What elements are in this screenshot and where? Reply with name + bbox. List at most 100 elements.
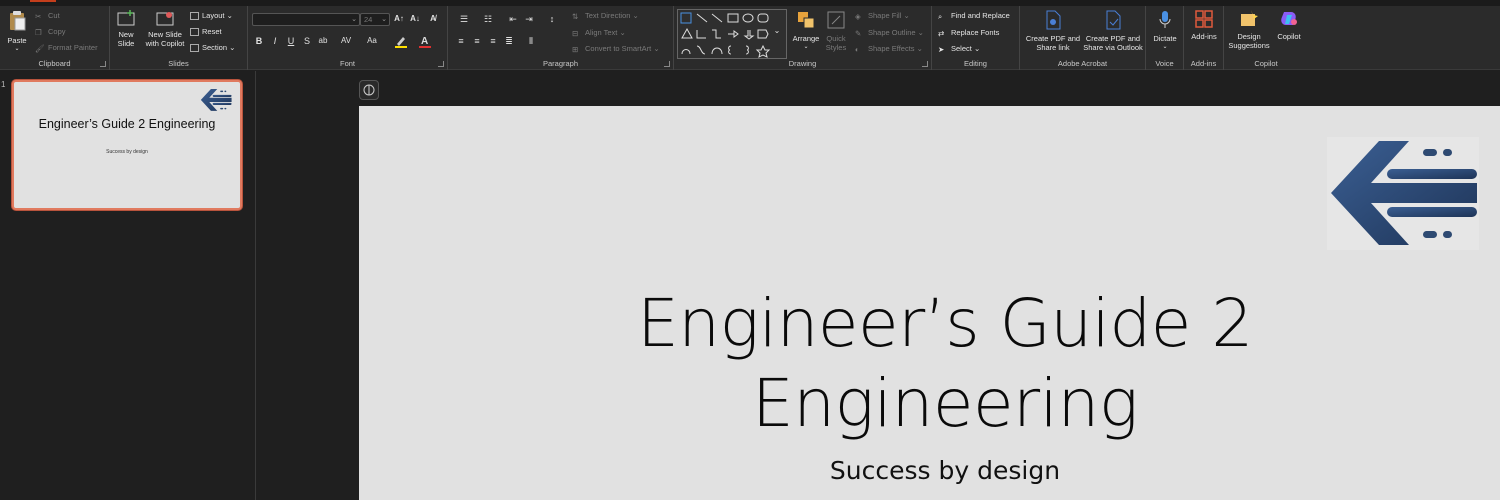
align-right-icon[interactable]: ≡ bbox=[486, 34, 500, 48]
font-color-icon[interactable]: A bbox=[416, 34, 434, 48]
brush-icon: 🖌 bbox=[35, 44, 45, 54]
text-direction-button[interactable]: ⇅ Text Direction ⌄ bbox=[572, 10, 639, 22]
find-replace-button[interactable]: ⌕ Find and Replace bbox=[938, 10, 1010, 22]
quick-styles-icon bbox=[827, 11, 845, 29]
clipboard-launcher[interactable] bbox=[100, 61, 106, 67]
create-pdf-share-button[interactable]: Create PDF and Share link bbox=[1024, 10, 1082, 52]
layout-button[interactable]: Layout ⌄ bbox=[190, 10, 233, 22]
copilot-group-label: Copilot bbox=[1254, 59, 1278, 68]
align-text-button[interactable]: ⊟ Align Text ⌄ bbox=[572, 27, 626, 39]
shapes-more-icon[interactable]: ⌄ bbox=[771, 24, 783, 38]
font-launcher[interactable] bbox=[438, 61, 444, 67]
drawing-launcher[interactable] bbox=[922, 61, 928, 67]
increase-font-icon[interactable]: A↑ bbox=[392, 12, 406, 26]
italic-button[interactable]: I bbox=[268, 34, 282, 48]
editing-group-label: Editing bbox=[964, 59, 987, 68]
arrange-icon bbox=[798, 12, 815, 29]
slide-logo-icon[interactable] bbox=[1327, 137, 1479, 250]
smartart-icon: ⊞ bbox=[572, 45, 579, 55]
change-case-button[interactable]: Aa bbox=[362, 34, 382, 48]
voice-group: Dictate ⌄ Voice bbox=[1146, 6, 1184, 70]
copilot-button[interactable]: Copilot bbox=[1272, 10, 1306, 41]
cursor-icon: ➤ bbox=[938, 45, 945, 55]
design-suggestions-icon bbox=[1241, 10, 1258, 26]
active-tab-indicator bbox=[30, 0, 56, 2]
line-spacing-icon[interactable]: ↕ bbox=[542, 12, 562, 26]
paste-label: Paste bbox=[7, 36, 27, 45]
new-slide-button[interactable]: New Slide bbox=[114, 10, 138, 48]
align-center-icon[interactable]: ≡ bbox=[470, 34, 484, 48]
microphone-icon bbox=[1159, 11, 1171, 28]
arrange-button[interactable]: Arrange ⌄ bbox=[790, 10, 822, 52]
quick-styles-button[interactable]: Quick Styles bbox=[822, 10, 850, 52]
slide-thumbnail-pane[interactable]: 1 Engineer’s Guide 2 Engineering Success… bbox=[0, 71, 256, 500]
shadow-button[interactable]: ab bbox=[316, 34, 330, 48]
company-logo-icon bbox=[200, 88, 232, 111]
bullets-icon[interactable]: ☰ bbox=[454, 12, 474, 26]
voice-group-label: Voice bbox=[1155, 59, 1174, 68]
accessibility-icon[interactable] bbox=[359, 80, 379, 100]
quick-styles-label: Quick Styles bbox=[825, 34, 847, 52]
slide-thumbnail-1[interactable]: Engineer’s Guide 2 Engineering Success b… bbox=[12, 80, 242, 210]
section-icon bbox=[190, 44, 199, 53]
create-pdf-outlook-button[interactable]: Create PDF and Share via Outlook bbox=[1080, 10, 1146, 52]
decrease-indent-icon[interactable]: ⇤ bbox=[506, 12, 520, 26]
copilot-label: Copilot bbox=[1277, 32, 1301, 41]
new-slide-icon bbox=[117, 10, 135, 26]
thumbnail-number: 1 bbox=[1, 80, 6, 89]
design-suggestions-button[interactable]: Design Suggestions bbox=[1226, 10, 1272, 50]
design-suggestions-label: Design Suggestions bbox=[1228, 32, 1270, 50]
decrease-font-icon[interactable]: A↓ bbox=[408, 12, 422, 26]
layout-icon bbox=[190, 12, 199, 21]
shape-outline-button[interactable]: ✎ Shape Outline ⌄ bbox=[855, 27, 924, 39]
copy-button[interactable]: ❐ Copy bbox=[35, 26, 66, 38]
font-name-combo[interactable]: ⌄ bbox=[252, 13, 360, 26]
drawing-group-label: Drawing bbox=[788, 59, 817, 68]
addins-button[interactable]: Add-ins bbox=[1186, 10, 1222, 41]
pdf-share-icon bbox=[1046, 10, 1061, 30]
slides-group: New Slide New Slide with Copilot Layout … bbox=[110, 6, 248, 70]
clear-format-icon[interactable]: A̸ bbox=[426, 12, 440, 26]
columns-icon[interactable]: ⫴ bbox=[524, 34, 538, 48]
new-slide-copilot-button[interactable]: New Slide with Copilot bbox=[142, 10, 188, 48]
create-pdf-share-label: Create PDF and Share link bbox=[1025, 34, 1081, 52]
justify-icon[interactable]: ≣ bbox=[502, 34, 516, 48]
acrobat-group-label: Adobe Acrobat bbox=[1057, 59, 1108, 68]
highlight-icon[interactable] bbox=[392, 34, 410, 48]
effects-icon: ◐ bbox=[855, 45, 860, 55]
shape-effects-button[interactable]: ◐ Shape Effects ⌄ bbox=[855, 43, 923, 55]
reset-icon bbox=[190, 28, 199, 37]
cut-button[interactable]: ✂ Cut bbox=[35, 10, 60, 22]
replace-fonts-button[interactable]: ⇄ Replace Fonts bbox=[938, 27, 999, 39]
underline-button[interactable]: U bbox=[284, 34, 298, 48]
increase-indent-icon[interactable]: ⇥ bbox=[522, 12, 536, 26]
font-size-combo[interactable]: 24 ⌄ bbox=[360, 13, 390, 26]
dictate-button[interactable]: Dictate ⌄ bbox=[1148, 10, 1182, 52]
strike-button[interactable]: S bbox=[300, 34, 314, 48]
format-painter-button[interactable]: 🖌 Format Painter bbox=[35, 42, 98, 54]
copy-icon: ❐ bbox=[35, 28, 42, 38]
addins-group: Add-ins Add-ins bbox=[1184, 6, 1224, 70]
acrobat-group: Create PDF and Share link Create PDF and… bbox=[1020, 6, 1146, 70]
slide-title[interactable]: Engineer’s Guide 2 Engineering bbox=[527, 284, 1363, 444]
slide-canvas[interactable]: Engineer’s Guide 2 Engineering Success b… bbox=[359, 106, 1500, 500]
search-icon: ⌕ bbox=[938, 12, 943, 22]
convert-smartart-button[interactable]: ⊞ Convert to SmartArt ⌄ bbox=[572, 43, 660, 55]
shape-fill-button[interactable]: ◈ Shape Fill ⌄ bbox=[855, 10, 910, 22]
clipboard-group-label: Clipboard bbox=[38, 59, 71, 68]
align-left-icon[interactable]: ≡ bbox=[454, 34, 468, 48]
bold-button[interactable]: B bbox=[252, 34, 266, 48]
select-button[interactable]: ➤ Select ⌄ bbox=[938, 43, 980, 55]
char-spacing-button[interactable]: AV bbox=[336, 34, 356, 48]
pdf-outlook-icon bbox=[1106, 10, 1121, 30]
reset-button[interactable]: Reset bbox=[190, 26, 222, 38]
addins-grid-icon bbox=[1195, 10, 1213, 28]
editing-group: ⌕ Find and Replace ⇄ Replace Fonts ➤ Select… bbox=[932, 6, 1020, 70]
numbering-icon[interactable]: ☷ bbox=[478, 12, 498, 26]
paste-button[interactable]: Paste ⌄ bbox=[4, 10, 30, 54]
section-button[interactable]: Section ⌄ bbox=[190, 42, 235, 54]
arrange-label: Arrange bbox=[792, 34, 820, 43]
paragraph-launcher[interactable] bbox=[664, 61, 670, 67]
slide-subtitle[interactable]: Success by design bbox=[527, 456, 1363, 485]
svg-text:A: A bbox=[421, 36, 428, 47]
